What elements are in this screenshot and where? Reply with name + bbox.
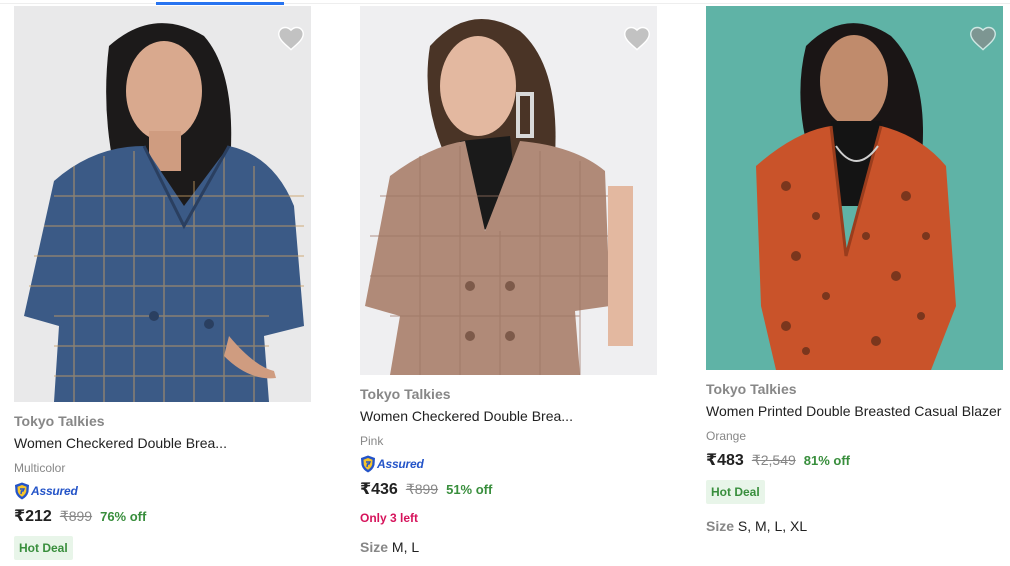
product-brand: Tokyo Talkies: [360, 386, 451, 402]
size-label: Size: [706, 518, 735, 534]
size-label: Size: [360, 539, 389, 555]
price-row: ₹483 ₹2,549 81% off: [706, 450, 1010, 470]
discount-percent: 81% off: [803, 453, 851, 468]
product-title-link[interactable]: Women Checkered Double Brea...: [14, 434, 314, 452]
assured-label: Assured: [377, 457, 424, 471]
product-color: Orange: [706, 429, 747, 443]
hot-deal-badge: Hot Deal: [14, 536, 73, 560]
assured-label: Assured: [31, 484, 78, 498]
available-sizes: Size M, L: [360, 539, 660, 555]
product-card[interactable]: Tokyo Talkies Women Checkered Double Bre…: [360, 6, 660, 555]
product-photo: [706, 6, 1003, 370]
price-row: ₹212 ₹899 76% off: [14, 506, 314, 526]
heart-icon: [624, 26, 650, 51]
flipkart-assured-shield-icon: [361, 455, 375, 473]
wishlist-button[interactable]: [617, 18, 657, 58]
heart-icon: [278, 26, 304, 51]
product-photo: [14, 6, 311, 402]
product-image[interactable]: [360, 6, 657, 375]
top-divider: [0, 3, 1010, 4]
available-sizes: Size S, M, L, XL: [706, 518, 1010, 534]
original-price: ₹2,549: [751, 452, 796, 468]
size-values: M, L: [391, 539, 420, 555]
selling-price: ₹483: [706, 452, 744, 469]
product-color: Pink: [360, 434, 384, 448]
discount-percent: 76% off: [100, 509, 147, 524]
product-title-link[interactable]: Women Checkered Double Brea...: [360, 407, 660, 425]
product-title-link[interactable]: Women Printed Double Breasted Casual Bla…: [706, 402, 1010, 420]
product-color: Multicolor: [14, 461, 66, 475]
original-price: ₹899: [59, 508, 93, 524]
flipkart-assured-shield-icon: [15, 482, 29, 500]
selling-price: ₹436: [360, 481, 398, 498]
assured-badge: Assured: [14, 482, 314, 500]
hot-deal-badge: Hot Deal: [706, 480, 765, 504]
wishlist-button[interactable]: [271, 18, 311, 58]
wishlist-button[interactable]: [963, 18, 1003, 58]
stock-status: Only 3 left: [360, 511, 419, 525]
original-price: ₹899: [405, 481, 439, 497]
selling-price: ₹212: [14, 508, 52, 525]
product-brand: Tokyo Talkies: [706, 381, 797, 397]
product-image[interactable]: [706, 6, 1003, 370]
product-brand: Tokyo Talkies: [14, 413, 105, 429]
heart-icon: [970, 26, 996, 51]
product-photo: [360, 6, 657, 375]
discount-percent: 51% off: [446, 482, 493, 497]
product-image[interactable]: [14, 6, 311, 402]
product-card[interactable]: Tokyo Talkies Women Printed Double Breas…: [706, 6, 1010, 534]
product-card[interactable]: Tokyo Talkies Women Checkered Double Bre…: [14, 6, 314, 560]
active-tab-indicator: [156, 2, 284, 5]
size-values: S, M, L, XL: [737, 518, 808, 534]
assured-badge: Assured: [360, 455, 660, 473]
price-row: ₹436 ₹899 51% off: [360, 479, 660, 499]
